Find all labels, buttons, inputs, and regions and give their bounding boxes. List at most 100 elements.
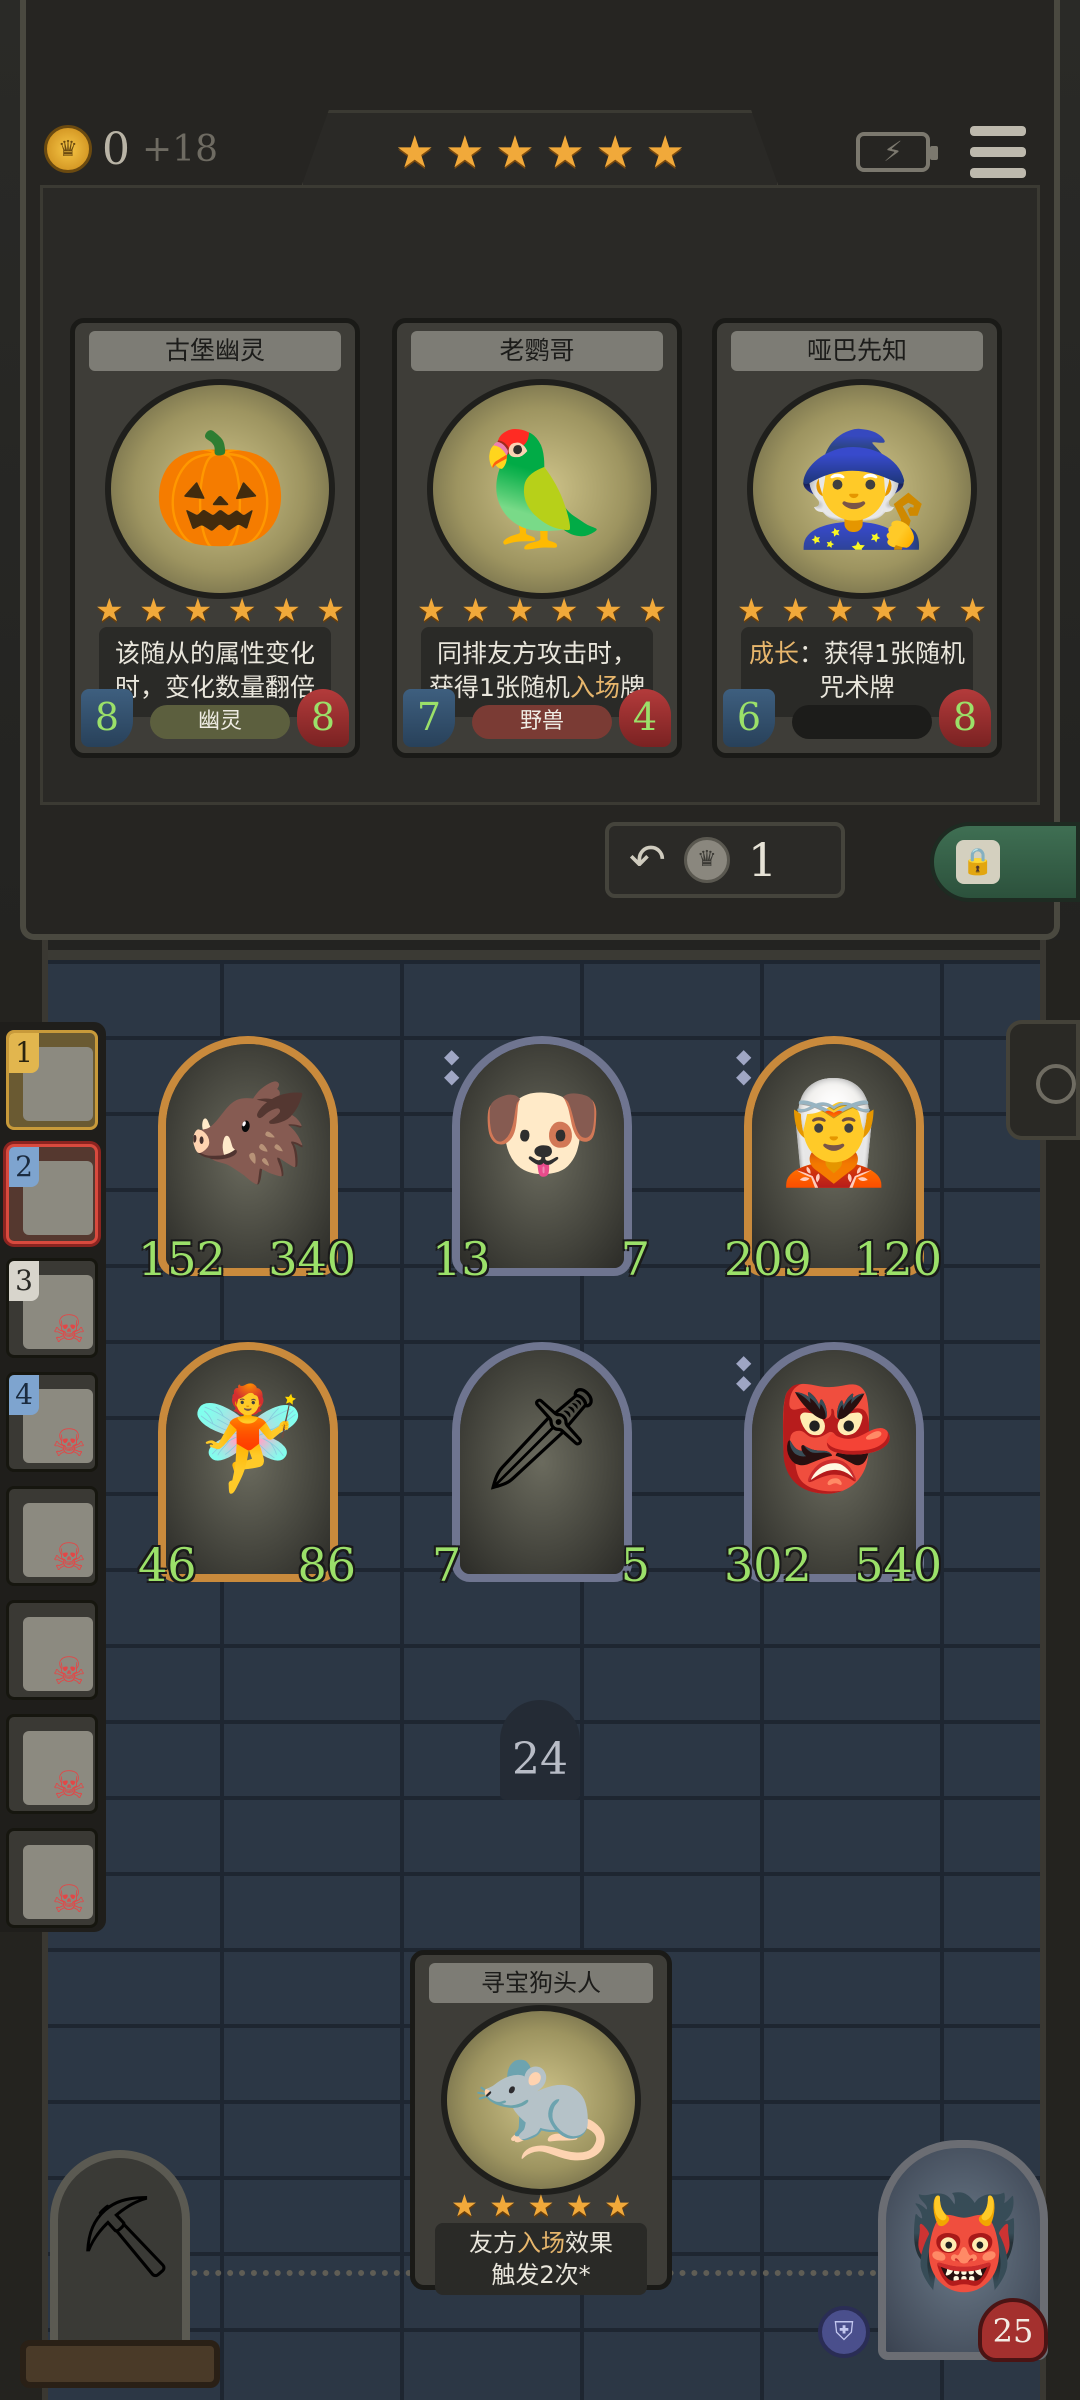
board-minion-3[interactable]: 🧝 ◆ ◆ 209 120	[724, 1036, 942, 1292]
attack-badge: 6	[723, 689, 775, 747]
turn-counter: 24	[500, 1700, 580, 1800]
player-slot-8[interactable]: ☠	[6, 1828, 98, 1928]
tier-diamond-icon: ◆ ◆	[736, 1044, 752, 1088]
tier-star-icon: ★	[395, 127, 435, 178]
hero-portrait[interactable]: 👹	[868, 2140, 1068, 2400]
refresh-cost: 1	[747, 833, 778, 887]
player-list: 1 2 3 ☠ 4 ☠ ☠ ☠ ☠ ☠	[0, 1022, 106, 1932]
tribe-tag	[792, 705, 932, 739]
goblin-hero-art-icon: 👹	[908, 2190, 1021, 2295]
player-slot-3[interactable]: 3 ☠	[6, 1258, 98, 1358]
board-minion-6[interactable]: 👺 ◆ ◆ 302 540	[724, 1342, 942, 1598]
player-slot-6[interactable]: ☠	[6, 1600, 98, 1700]
player-rank: 2	[9, 1147, 39, 1187]
shop-card-3[interactable]: 哑巴先知 🧙 ★ ★ ★ ★ ★ ★ 成长：获得1张随机 咒术牌 6 8	[712, 318, 1002, 758]
skull-icon: ☠	[51, 1877, 87, 1921]
card-name: 寻宝狗头人	[429, 1963, 653, 2003]
player-slot-5[interactable]: ☠	[6, 1486, 98, 1586]
minion-health: 120	[854, 1232, 942, 1290]
player-slot-1[interactable]: 1	[6, 1030, 98, 1130]
minion-attack: 302	[724, 1538, 812, 1598]
player-rank: 4	[9, 1375, 39, 1415]
menu-icon[interactable]	[970, 126, 1026, 178]
minion-attack: 7	[432, 1538, 495, 1598]
board-minion-4[interactable]: 🧚 46 86	[138, 1342, 356, 1598]
lock-icon: 🔒	[956, 840, 1000, 884]
player-slot-4[interactable]: 4 ☠	[6, 1372, 98, 1472]
tier-diamond-icon: ◆ ◆	[736, 1350, 752, 1394]
player-slot-7[interactable]: ☠	[6, 1714, 98, 1814]
board-minion-1[interactable]: 🐗 152 340	[138, 1036, 356, 1292]
skull-icon: ☠	[51, 1535, 87, 1579]
card-stars: ★ ★ ★ ★ ★	[451, 2189, 631, 2224]
tier-star-icon: ★	[445, 127, 485, 178]
card-name: 古堡幽灵	[89, 331, 341, 371]
minion-attack: 152	[138, 1232, 226, 1292]
card-stars: ★ ★ ★ ★ ★ ★	[417, 591, 667, 629]
shop-card-2[interactable]: 老鹦哥 🦜 ★ ★ ★ ★ ★ ★ 同排友方攻击时， 获得1张随机入场牌 7 野兽 4	[392, 318, 682, 758]
witch-prophet-art-icon: 🧙	[747, 379, 977, 599]
tier-star-icon: ★	[495, 127, 535, 178]
side-panel-toggle[interactable]	[1006, 1020, 1080, 1140]
card-stars: ★ ★ ★ ★ ★ ★	[737, 591, 987, 629]
minion-health: 340	[268, 1232, 356, 1290]
board-minion-2[interactable]: 🐶 ◆ ◆ 13 7	[432, 1036, 650, 1292]
health-badge: 4	[619, 689, 671, 747]
hero-health: 25	[978, 2298, 1048, 2362]
shovel-icon: ⛏	[75, 2190, 177, 2283]
player-rank: 3	[9, 1261, 39, 1301]
minion-attack: 46	[138, 1538, 200, 1598]
minion-health: 5	[593, 1538, 650, 1596]
minion-attack: 13	[432, 1232, 494, 1292]
card-description: 同排友方攻击时， 获得1张随机入场牌	[421, 627, 653, 717]
card-description: 友方入场效果 触发2次*	[435, 2223, 647, 2295]
tribe-tag: 野兽	[472, 705, 612, 739]
parrot-art-icon: 🦜	[427, 379, 657, 599]
tribe-tag: 幽灵	[150, 705, 290, 739]
health-badge: 8	[939, 689, 991, 747]
shield-icon: ⛨	[818, 2306, 870, 2358]
pumpkin-ghosts-art-icon: 🎃	[105, 379, 335, 599]
minion-health: 86	[297, 1538, 356, 1596]
board-minion-5[interactable]: 🗡 7 5	[432, 1342, 650, 1598]
coin-icon: ♛	[683, 837, 730, 883]
player-rank: 1	[9, 1033, 39, 1073]
minion-health: 540	[854, 1538, 942, 1596]
tier-diamond-icon: ◆ ◆	[444, 1044, 460, 1088]
card-stars: ★ ★ ★ ★ ★ ★	[95, 591, 345, 629]
player-slot-2[interactable]: 2	[6, 1144, 98, 1244]
kobold-art-icon: 🐀	[441, 2005, 641, 2195]
tier-star-icon: ★	[545, 127, 585, 178]
attack-badge: 8	[81, 689, 133, 747]
refresh-icon: ↶	[629, 834, 666, 886]
skull-icon: ☠	[51, 1649, 87, 1693]
health-badge: 8	[297, 689, 349, 747]
card-name: 老鹦哥	[411, 331, 663, 371]
green-flame-totem-art-icon: 🗡	[452, 1342, 632, 1582]
attack-badge: 7	[403, 689, 455, 747]
hand-card[interactable]: 寻宝狗头人 🐀 ★ ★ ★ ★ ★ 友方入场效果 触发2次*	[410, 1950, 672, 2295]
minion-attack: 209	[724, 1232, 812, 1292]
card-description: 该随从的属性变化 时，变化数量翻倍	[99, 627, 331, 717]
gold-amount: 0	[102, 123, 130, 175]
shop-panel: ♛ 0 +18 ★ ★ ★ ★ ★ ★ ⚡ 古堡幽灵 🎃 ★ ★ ★ ★ ★ ★ 该随从的…	[0, 0, 1080, 960]
gold-display: ♛ 0 +18	[44, 122, 218, 176]
lock-shop-button[interactable]: 🔒	[930, 822, 1080, 902]
tier-star-icon: ★	[645, 127, 685, 178]
game-screen: ♛ 0 +18 ★ ★ ★ ★ ★ ★ ⚡ 古堡幽灵 🎃 ★ ★ ★ ★ ★ ★ 该随从的…	[0, 0, 1080, 2400]
tavern-tier-stars[interactable]: ★ ★ ★ ★ ★ ★	[395, 128, 685, 178]
hero-power-left[interactable]: ⛏	[20, 2150, 220, 2390]
card-name: 哑巴先知	[731, 331, 983, 371]
gold-income: +18	[142, 128, 218, 170]
skull-icon: ☠	[51, 1763, 87, 1807]
card-description: 成长：获得1张随机 咒术牌	[741, 627, 973, 717]
shop-card-1[interactable]: 古堡幽灵 🎃 ★ ★ ★ ★ ★ ★ 该随从的属性变化 时，变化数量翻倍 8 幽灵 8	[70, 318, 360, 758]
hero-power-base	[20, 2340, 220, 2388]
refresh-button[interactable]: ↶ ♛ 1	[605, 822, 845, 898]
skull-icon: ☠	[51, 1307, 87, 1351]
tier-star-icon: ★	[595, 127, 635, 178]
minion-health: 7	[593, 1232, 650, 1290]
battery-saver-icon[interactable]: ⚡	[856, 132, 938, 172]
gold-coin-icon: ♛	[44, 125, 92, 173]
skull-icon: ☠	[51, 1421, 87, 1465]
